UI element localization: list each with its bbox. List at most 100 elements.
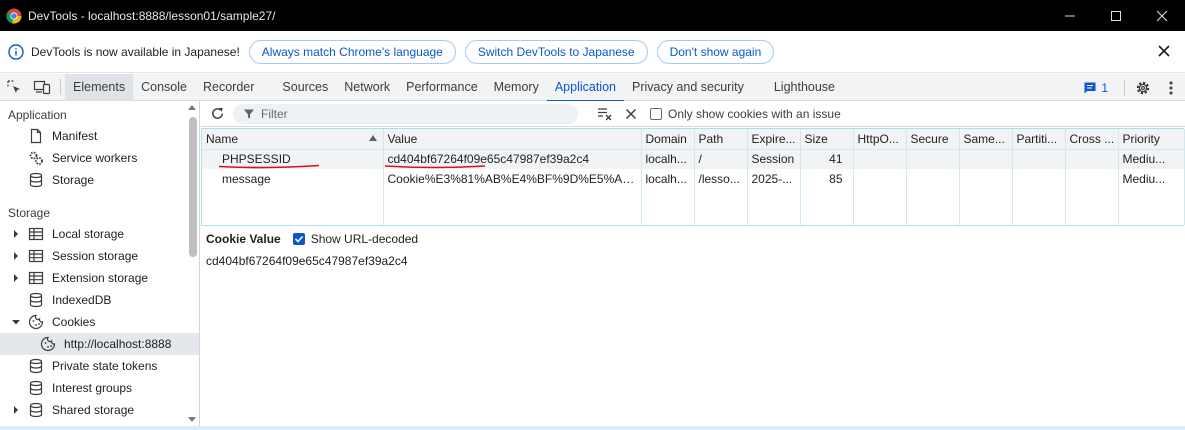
- only-show-issues-label: Only show cookies with an issue: [668, 106, 841, 121]
- sidebar-item-interest-groups[interactable]: Interest groups: [0, 377, 199, 399]
- annotated-cookie-value: cd404bf67264f09e65c47987ef39a2c4: [384, 152, 589, 169]
- red-underline-annotation: [219, 164, 319, 169]
- table-empty-row: [202, 189, 1185, 225]
- show-url-decoded-checkbox[interactable]: [292, 233, 305, 245]
- checkmark-icon: [294, 235, 303, 243]
- device-mode-icon: [33, 80, 51, 95]
- database-icon: [29, 402, 43, 418]
- only-show-issues-toggle[interactable]: Only show cookies with an issue: [650, 107, 841, 121]
- chevron-right-icon[interactable]: [11, 405, 21, 415]
- tab-performance[interactable]: Performance: [398, 74, 486, 101]
- more-options-button[interactable]: [1157, 74, 1185, 101]
- cookie-cross-site-cell: [1065, 169, 1119, 189]
- cookie-samesite-cell: [959, 149, 1013, 169]
- sidebar-item-label: IndexedDB: [52, 293, 112, 307]
- cookie-value-text: cd404bf67264f09e65c47987ef39a2c4: [206, 254, 408, 268]
- issues-counter-button[interactable]: 1: [1083, 81, 1108, 95]
- cookie-partition-cell: [1012, 169, 1066, 189]
- close-infobar-icon[interactable]: [1157, 44, 1171, 58]
- scroll-down-arrow[interactable]: [188, 417, 196, 422]
- column-header-path[interactable]: Path: [694, 129, 748, 150]
- column-header-expires[interactable]: Expire...: [747, 129, 801, 150]
- tab-memory[interactable]: Memory: [486, 74, 547, 101]
- delete-selected-cookie-button[interactable]: [618, 101, 644, 127]
- column-header-priority[interactable]: Priority: [1118, 129, 1185, 150]
- tab-recorder[interactable]: Recorder: [195, 74, 262, 101]
- sidebar-item-session-storage[interactable]: Session storage: [0, 245, 199, 267]
- sidebar-item-shared-storage[interactable]: Shared storage: [0, 399, 199, 421]
- cookie-filter-input[interactable]: Filter: [233, 103, 578, 124]
- sidebar-scrollbar-thumb[interactable]: [189, 117, 197, 257]
- sidebar-item-label: Service workers: [52, 151, 138, 165]
- sidebar-item-label: Session storage: [52, 249, 139, 263]
- sidebar-item-cookies[interactable]: Cookies: [0, 311, 199, 333]
- cookie-icon: [40, 336, 56, 352]
- cookie-samesite-cell: [959, 169, 1013, 189]
- sidebar-item-cookies-localhost[interactable]: http://localhost:8888: [0, 333, 199, 355]
- database-icon: [29, 172, 43, 188]
- tab-privacy-and-security[interactable]: Privacy and security: [624, 74, 752, 101]
- match-chrome-language-button[interactable]: Always match Chrome's language: [248, 39, 456, 64]
- chevron-right-icon[interactable]: [11, 251, 21, 261]
- cookies-table: Name Value Domain Path Expire... Size Ht…: [201, 128, 1185, 226]
- inspect-element-button[interactable]: [0, 74, 28, 101]
- switch-to-japanese-button[interactable]: Switch DevTools to Japanese: [464, 39, 648, 64]
- sidebar-item-manifest[interactable]: Manifest: [0, 125, 199, 147]
- refresh-cookies-button[interactable]: [203, 101, 231, 127]
- cookie-name-cell: PHPSESSID: [202, 149, 384, 169]
- only-show-issues-checkbox[interactable]: [650, 107, 662, 120]
- table-row[interactable]: PHPSESSID cd404bf67264f09e65c47987ef39a2…: [202, 149, 1185, 169]
- tab-lighthouse[interactable]: Lighthouse: [766, 74, 843, 101]
- sidebar-item-private-state-tokens[interactable]: Private state tokens: [0, 355, 199, 377]
- minimize-button[interactable]: [1047, 0, 1093, 31]
- dont-show-again-button[interactable]: Don't show again: [656, 39, 775, 64]
- close-window-button[interactable]: [1139, 0, 1185, 31]
- chevron-down-icon[interactable]: [11, 317, 21, 327]
- maximize-button[interactable]: [1093, 0, 1139, 31]
- sidebar-item-local-storage[interactable]: Local storage: [0, 223, 199, 245]
- application-sidebar: Application Manifest Service workers Sto…: [0, 101, 200, 430]
- maximize-icon: [1111, 10, 1121, 21]
- sidebar-item-label: Storage: [52, 173, 95, 187]
- settings-button[interactable]: [1129, 74, 1157, 101]
- cookie-domain-cell: localh...: [641, 149, 695, 169]
- chevron-right-icon[interactable]: [11, 273, 21, 283]
- message-icon: [1084, 82, 1096, 93]
- column-header-name[interactable]: Name: [202, 129, 384, 150]
- show-url-decoded-label: Show URL-decoded: [310, 232, 419, 246]
- sidebar-item-label: Manifest: [52, 129, 98, 143]
- close-icon: [625, 108, 637, 119]
- sidebar-item-indexeddb[interactable]: IndexedDB: [0, 289, 199, 311]
- column-header-size[interactable]: Size: [800, 129, 854, 150]
- device-toolbar-button[interactable]: [28, 74, 56, 101]
- column-header-secure[interactable]: Secure: [906, 129, 960, 150]
- chevron-right-icon[interactable]: [11, 229, 21, 239]
- cookie-secure-cell: [906, 169, 960, 189]
- cookie-value-cell: Cookie%E3%81%AB%E4%BF%9D%E5%AD%...: [383, 169, 642, 189]
- tab-network[interactable]: Network: [336, 74, 398, 101]
- column-header-samesite[interactable]: Same...: [959, 129, 1013, 150]
- sidebar-item-extension-storage[interactable]: Extension storage: [0, 267, 199, 289]
- column-header-httponly[interactable]: HttpO...: [853, 129, 907, 150]
- tab-console[interactable]: Console: [133, 74, 195, 101]
- column-header-domain[interactable]: Domain: [641, 129, 695, 150]
- scroll-up-arrow[interactable]: [188, 105, 196, 110]
- column-header-cross-site[interactable]: Cross ...: [1065, 129, 1119, 150]
- tab-elements[interactable]: Elements: [65, 73, 134, 101]
- sidebar-item-label: Interest groups: [52, 381, 133, 395]
- sidebar-item-service-workers[interactable]: Service workers: [0, 147, 199, 169]
- toolbar-divider: [60, 79, 61, 95]
- database-icon: [29, 380, 43, 396]
- column-header-value[interactable]: Value: [383, 129, 642, 150]
- refresh-icon: [211, 107, 223, 119]
- clear-filtered-cookies-button[interactable]: [592, 101, 618, 127]
- minimize-icon: [1065, 15, 1075, 16]
- column-header-partition-key[interactable]: Partiti...: [1012, 129, 1066, 150]
- table-row[interactable]: message Cookie%E3%81%AB%E4%BF%9D%E5%AD%.…: [202, 169, 1185, 189]
- inspect-cursor-icon: [7, 80, 20, 93]
- sidebar-item-storage-overview[interactable]: Storage: [0, 169, 199, 191]
- tab-sources[interactable]: Sources: [274, 74, 336, 101]
- cookie-expires-cell: Session: [747, 149, 801, 169]
- tab-application[interactable]: Application: [546, 74, 625, 102]
- gear-icon: [1136, 81, 1150, 94]
